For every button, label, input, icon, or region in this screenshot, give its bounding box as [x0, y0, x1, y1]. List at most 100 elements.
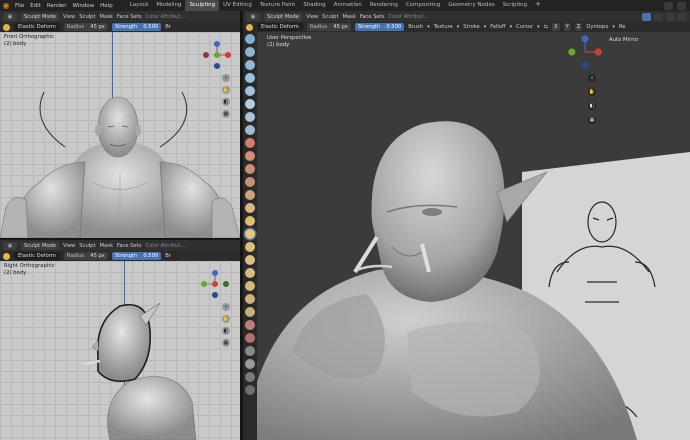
face-sets-menu[interactable]: Face Sets — [117, 14, 142, 20]
strength-field[interactable]: Strength 0.500 — [111, 252, 162, 260]
tab-layout[interactable]: Layout — [126, 0, 153, 11]
truncated-brush-menu[interactable]: Br — [165, 253, 171, 259]
radius-field[interactable]: Radius 45 px — [63, 23, 108, 31]
strength-field[interactable]: Strength 0.500 — [354, 23, 405, 31]
scrape-tool-icon[interactable] — [245, 190, 255, 200]
camera-icon[interactable]: ◧ — [222, 98, 230, 106]
tab-scripting[interactable]: Scripting — [499, 0, 531, 11]
tab-sculpting[interactable]: Sculpting — [185, 0, 220, 11]
face-sets-menu[interactable]: Face Sets — [360, 14, 385, 20]
remesh-menu[interactable]: Re — [619, 24, 626, 30]
menu-edit[interactable]: Edit — [27, 3, 44, 9]
rotate-tool-icon[interactable] — [245, 307, 255, 317]
texture-menu[interactable]: Texture — [434, 24, 453, 30]
zoom-icon[interactable]: ⌕ — [588, 74, 596, 82]
truncated-brush-menu[interactable]: Br — [165, 24, 171, 30]
grab-tool-icon[interactable] — [245, 242, 255, 252]
boundary-tool-icon[interactable] — [245, 333, 255, 343]
navigation-gizmo[interactable] — [567, 34, 603, 70]
elastic-deform-tool-icon[interactable] — [245, 229, 255, 239]
overlay-icon[interactable] — [642, 12, 651, 21]
draw-face-sets-tool-icon[interactable] — [245, 385, 255, 395]
view-menu[interactable]: View — [63, 243, 75, 249]
mirror-z-toggle[interactable]: Z — [574, 23, 583, 31]
multiplane-scrape-tool-icon[interactable] — [245, 203, 255, 213]
zoom-icon[interactable]: ⌕ — [222, 303, 230, 311]
solid-shading-icon[interactable] — [678, 12, 687, 21]
layer-tool-icon[interactable] — [245, 99, 255, 109]
main-perspective-viewport[interactable]: User Perspective (2) body Auto Mirror ⌕ … — [257, 32, 690, 440]
mask-menu[interactable]: Mask — [100, 243, 113, 249]
brush-selector[interactable]: Elastic Deform — [14, 252, 60, 260]
mirror-y-toggle[interactable]: Y — [563, 23, 571, 31]
tab-rendering[interactable]: Rendering — [366, 0, 402, 11]
sculpt-menu[interactable]: Sculpt — [79, 14, 95, 20]
radius-field[interactable]: Radius 45 px — [63, 252, 108, 260]
mode-dropdown[interactable]: Sculpt Mode — [264, 12, 302, 21]
draw-tool-icon[interactable] — [245, 34, 255, 44]
tab-geometry-nodes[interactable]: Geometry Nodes — [444, 0, 498, 11]
brush-menu[interactable]: Brush — [408, 24, 423, 30]
front-ortho-viewport[interactable]: Front Orthographic (2) body ⌕ ✋ ◧ ▦ — [0, 32, 240, 238]
navigation-gizmo[interactable] — [202, 40, 232, 70]
camera-icon[interactable]: ◧ — [222, 327, 230, 335]
add-workspace-button[interactable]: + — [531, 0, 545, 11]
mirror-x-toggle[interactable]: X — [552, 23, 560, 31]
tab-shading[interactable]: Shading — [299, 0, 329, 11]
color-attribute-menu[interactable]: Color Attribut... — [145, 14, 185, 20]
crease-tool-icon[interactable] — [245, 138, 255, 148]
tab-texture-paint[interactable]: Texture Paint — [256, 0, 300, 11]
smooth-tool-icon[interactable] — [245, 151, 255, 161]
strength-field[interactable]: Strength 0.500 — [111, 23, 162, 31]
pose-tool-icon[interactable] — [245, 281, 255, 291]
tab-uv-editing[interactable]: UV Editing — [219, 0, 256, 11]
face-sets-menu[interactable]: Face Sets — [117, 243, 142, 249]
sculpt-menu[interactable]: Sculpt — [79, 243, 95, 249]
grid-icon[interactable]: ▦ — [588, 116, 596, 124]
radius-field[interactable]: Radius 45 px — [306, 23, 351, 31]
auto-mirror-button[interactable]: Auto Mirror — [609, 37, 639, 43]
view-layer-icon[interactable] — [677, 1, 686, 10]
thumb-tool-icon[interactable] — [245, 268, 255, 278]
grid-icon[interactable]: ▦ — [222, 110, 230, 118]
dyntopo-toggle[interactable]: Dyntopo — [586, 24, 608, 30]
mask-menu[interactable]: Mask — [343, 14, 356, 20]
color-attribute-menu[interactable]: Color Attribut... — [145, 243, 185, 249]
stroke-menu[interactable]: Stroke — [463, 24, 480, 30]
view-menu[interactable]: View — [306, 14, 318, 20]
hand-icon[interactable]: ✋ — [222, 86, 230, 94]
clay-thumb-tool-icon[interactable] — [245, 86, 255, 96]
editor-type-icon[interactable]: ▣ — [3, 12, 17, 21]
shading-icon[interactable] — [654, 12, 663, 21]
sculpt-menu[interactable]: Sculpt — [322, 14, 338, 20]
flatten-tool-icon[interactable] — [245, 164, 255, 174]
editor-type-icon[interactable]: ▣ — [246, 12, 260, 21]
cloth-tool-icon[interactable] — [245, 346, 255, 356]
view-menu[interactable]: View — [63, 14, 75, 20]
clay-tool-icon[interactable] — [245, 60, 255, 70]
hand-icon[interactable]: ✋ — [588, 88, 596, 96]
menu-file[interactable]: File — [12, 3, 27, 9]
mask-menu[interactable]: Mask — [100, 14, 113, 20]
brush-icon[interactable] — [246, 23, 253, 31]
navigation-gizmo[interactable] — [200, 269, 230, 299]
mode-dropdown[interactable]: Sculpt Mode — [21, 241, 59, 250]
inflate-tool-icon[interactable] — [245, 112, 255, 122]
xray-icon[interactable] — [666, 12, 675, 21]
scene-icon[interactable] — [664, 1, 673, 10]
brush-icon[interactable] — [3, 252, 10, 260]
tab-compositing[interactable]: Compositing — [402, 0, 444, 11]
menu-window[interactable]: Window — [69, 3, 97, 9]
camera-icon[interactable]: ◧ — [588, 102, 596, 110]
draw-sharp-tool-icon[interactable] — [245, 47, 255, 57]
fill-tool-icon[interactable] — [245, 177, 255, 187]
brush-icon[interactable] — [3, 23, 10, 31]
mirror-icon[interactable]: ⇆ — [544, 24, 548, 30]
menu-help[interactable]: Help — [97, 3, 116, 9]
right-ortho-viewport[interactable]: Right Orthographic (2) body ⌕ ✋ ◧ ▦ — [0, 261, 240, 440]
cursor-menu[interactable]: Cursor — [516, 24, 533, 30]
snake-hook-tool-icon[interactable] — [245, 255, 255, 265]
mask-tool-icon[interactable] — [245, 372, 255, 382]
falloff-menu[interactable]: Falloff — [490, 24, 505, 30]
grid-icon[interactable]: ▦ — [222, 339, 230, 347]
